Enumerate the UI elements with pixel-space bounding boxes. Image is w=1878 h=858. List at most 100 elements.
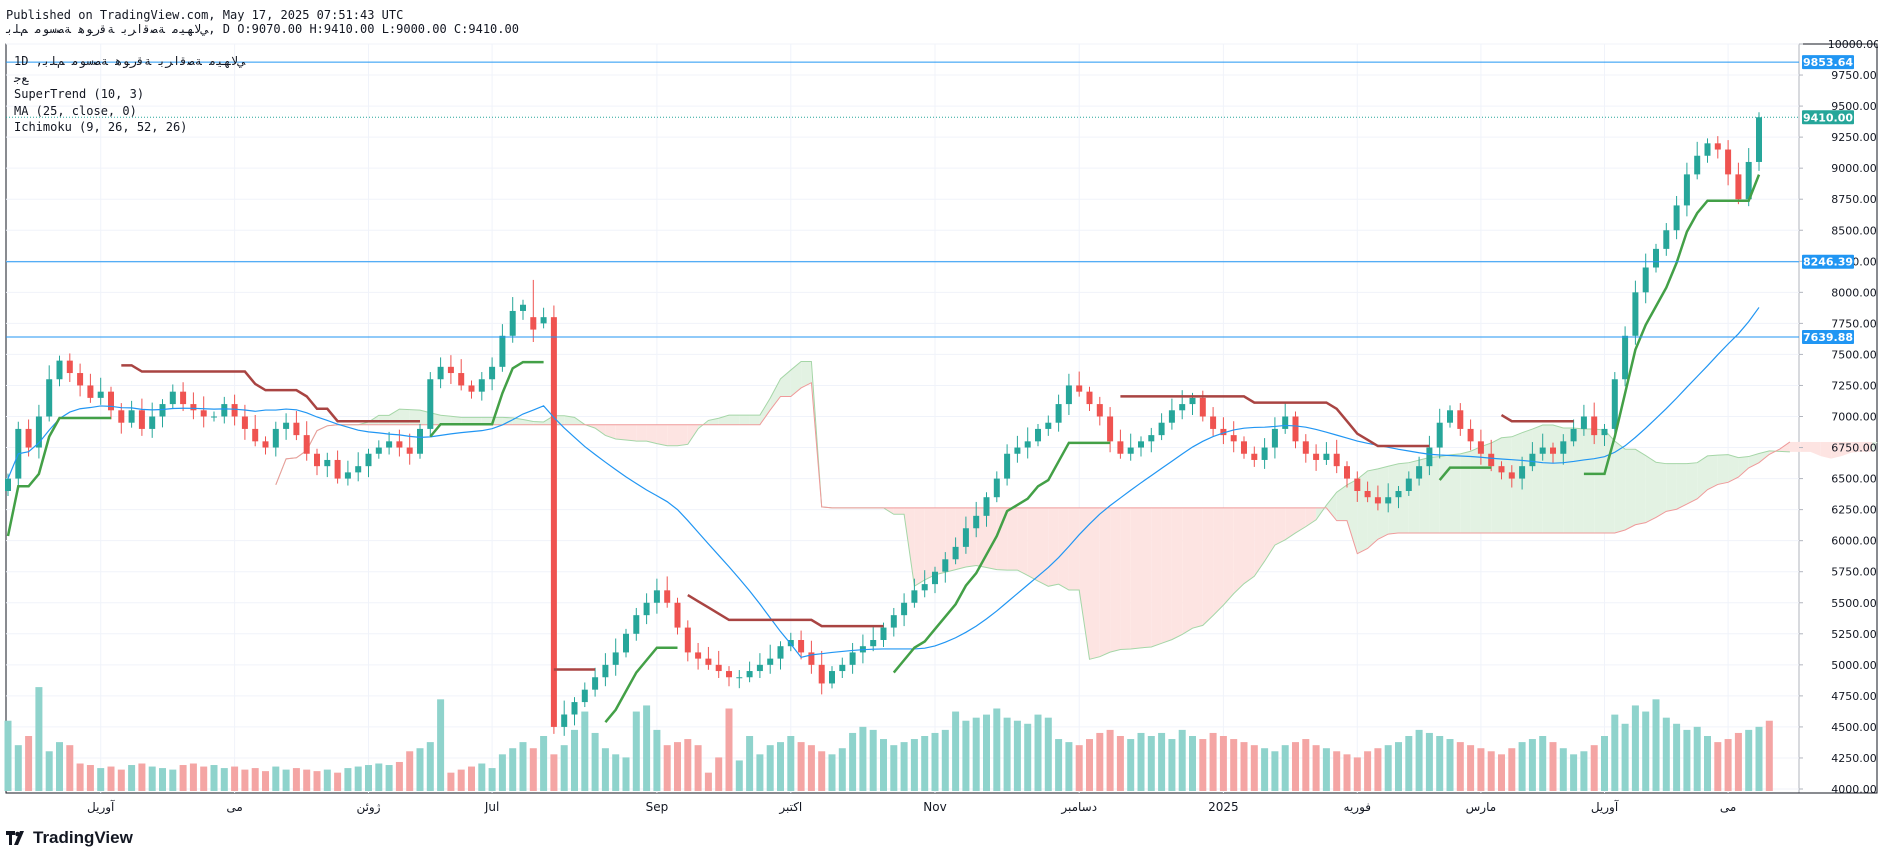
candle-body <box>839 664 846 672</box>
candle-body <box>1611 379 1618 429</box>
volume-bar <box>1621 723 1629 791</box>
volume-bar <box>1271 751 1279 791</box>
candle-body <box>1374 497 1381 504</box>
cloud-segment <box>1738 456 1749 478</box>
y-tick-label: 9250.00 <box>1831 131 1877 144</box>
cloud-segment <box>1171 507 1183 640</box>
cloud-segment <box>1213 507 1224 616</box>
cloud-segment <box>646 424 657 444</box>
candle-body <box>746 671 753 678</box>
volume-bar <box>406 751 414 791</box>
legend-symbol[interactable]: 1D ,ﻲﻟﺎﻬﻴﻣ ﺔﺼﻗاﺮﺑ ﺔﻗرﻮﻫ ﺔﺼﺳﻮﻣ ﻢﻠﺑ <box>14 53 245 70</box>
y-tick-label: 6000.00 <box>1831 535 1877 548</box>
tradingview-logo[interactable]: TradingView <box>6 828 133 848</box>
volume-bar <box>1086 739 1093 791</box>
candle-body <box>169 391 176 405</box>
volume-bar <box>1601 736 1608 791</box>
cloud-segment <box>1182 507 1193 635</box>
volume-bar <box>365 765 372 791</box>
volume-bar <box>519 742 527 791</box>
candle-body <box>1117 441 1124 454</box>
volume-bar <box>1652 699 1660 791</box>
volume-bar <box>1590 745 1598 791</box>
volume-bar <box>931 732 939 791</box>
volume-bar <box>1673 723 1681 791</box>
volume-bar <box>334 772 342 791</box>
price-tag-label: 9410.00 <box>1803 111 1853 124</box>
legend-supertrend[interactable]: SuperTrend (10, 3) <box>14 86 245 103</box>
candle-body <box>726 671 732 678</box>
candle-body <box>283 422 290 429</box>
volume-bar <box>571 729 578 791</box>
candle-body <box>221 404 228 417</box>
volume-bar <box>344 768 352 791</box>
volume-bar <box>540 736 548 791</box>
volume-bar <box>468 766 475 791</box>
cloud-segment <box>1625 449 1636 530</box>
legend-ma[interactable]: MA (25, close, 0) <box>14 103 245 120</box>
legend-ichimoku[interactable]: Ichimoku (9, 26, 52, 26) <box>14 119 245 136</box>
cloud-segment <box>1141 507 1152 648</box>
price-tag-label: 7639.88 <box>1803 331 1853 344</box>
price-chart[interactable]: 10000.009750.009500.009250.009000.008750… <box>0 0 1878 858</box>
candle-body <box>1467 428 1474 442</box>
candle-body <box>829 671 835 684</box>
cloud-segment <box>1089 507 1100 660</box>
cloud-segment <box>1450 453 1461 533</box>
candle-body <box>962 528 969 547</box>
volume-bar <box>725 708 733 791</box>
volume-bar <box>1261 748 1269 791</box>
volume-bar <box>159 768 166 791</box>
cloud-segment <box>1007 507 1018 571</box>
cloud-segment <box>1326 492 1337 521</box>
candle-body <box>447 366 454 374</box>
volume-bar <box>272 766 280 791</box>
candle-body <box>108 391 114 411</box>
candle-body <box>1189 397 1196 405</box>
volume-bar <box>601 748 609 791</box>
candle-body <box>674 602 681 628</box>
cloud-segment <box>739 415 750 425</box>
x-tick-label: اکتبر <box>778 800 802 815</box>
cloud-segment <box>1656 462 1667 518</box>
volume-bar <box>1724 739 1732 791</box>
volume-bar <box>231 766 239 791</box>
volume-bar <box>1693 726 1701 791</box>
candle-body <box>633 615 640 634</box>
volume-bar <box>45 751 53 791</box>
volume-bar <box>241 769 249 791</box>
volume-bar <box>921 736 929 791</box>
cloud-segment <box>1583 428 1595 533</box>
candle-body <box>767 658 774 665</box>
candle-body <box>1704 143 1711 156</box>
candle-body <box>262 441 269 448</box>
cloud-segment <box>1110 507 1121 653</box>
volume-bar <box>56 742 63 791</box>
candle-body <box>1756 117 1762 162</box>
cloud-segment <box>1367 468 1378 549</box>
volume-bar <box>952 711 960 791</box>
y-tick-label: 9750.00 <box>1831 69 1877 82</box>
candle-body <box>520 304 526 311</box>
y-tick-label: 6750.00 <box>1831 442 1877 455</box>
volume-bars <box>4 687 1773 791</box>
candle-body <box>1477 441 1484 454</box>
cloud-segment <box>1614 441 1626 533</box>
candle-body <box>1127 447 1134 454</box>
volume-bar <box>509 748 517 791</box>
candle-body <box>1292 416 1299 442</box>
volume-bar <box>1518 742 1526 791</box>
x-tick-label: Jul <box>484 800 499 814</box>
candle-body <box>777 646 784 659</box>
cloud-segment <box>1553 425 1564 533</box>
volume-bar <box>138 763 146 791</box>
cloud-segment <box>1285 507 1296 540</box>
candle-body <box>355 466 362 473</box>
y-tick-label: 7750.00 <box>1831 317 1877 330</box>
candle-body <box>1344 466 1350 479</box>
candle-body <box>1663 230 1670 249</box>
indicator-legend: 1D ,ﻲﻟﺎﻬﻴﻣ ﺔﺼﻗاﺮﺑ ﺔﻗرﻮﻫ ﺔﺼﺳﻮﻣ ﻢﻠﺑ ﻊﺟ Sup… <box>14 53 245 136</box>
cloud-segment <box>626 424 637 442</box>
cloud-segment <box>1244 507 1255 584</box>
candle-body <box>1333 453 1340 467</box>
